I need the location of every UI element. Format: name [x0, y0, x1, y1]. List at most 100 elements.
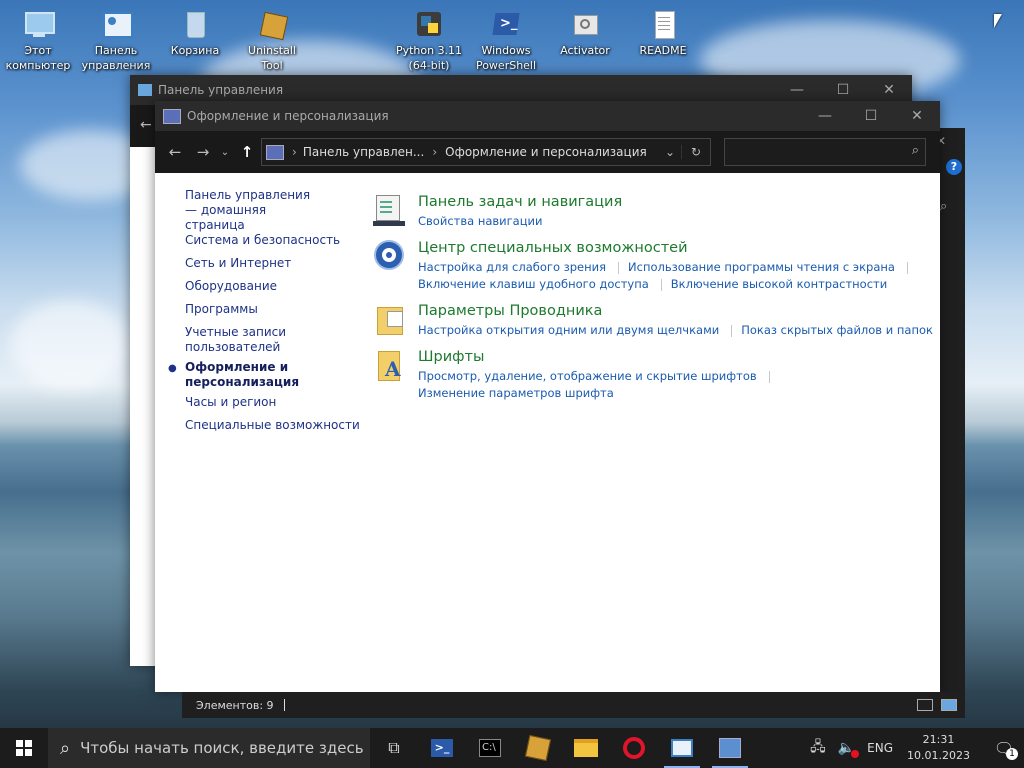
- large-icons-view-icon[interactable]: [941, 699, 957, 711]
- link-separator: [906, 261, 908, 274]
- category-links: Настройка открытия одним или двумя щелчк…: [418, 323, 933, 337]
- link-high-contrast[interactable]: Включение высокой контрастности: [671, 277, 887, 291]
- link-view-fonts[interactable]: Просмотр, удаление, отображение и скрыти…: [418, 369, 757, 383]
- category-links: Настройка для слабого зрения Использовани…: [418, 260, 917, 274]
- nav-network-internet[interactable]: Сеть и Интернет: [185, 256, 291, 271]
- refresh-icon[interactable]: ↻: [681, 145, 710, 159]
- category-title-ease-of-access[interactable]: Центр специальных возможностей: [418, 240, 688, 256]
- help-icon[interactable]: ?: [946, 159, 962, 175]
- nav-system-security[interactable]: Система и безопасность: [185, 233, 340, 248]
- taskbar-opera[interactable]: [610, 728, 658, 768]
- link-sticky-keys[interactable]: Включение клавиш удобного доступа: [418, 277, 649, 291]
- forward-arrow-icon[interactable]: →: [189, 138, 217, 166]
- desktop-icon-this-pc[interactable]: Этот компьютер: [3, 8, 73, 73]
- taskbar-search-box[interactable]: ⌕ Чтобы начать поиск, введите здесь: [48, 728, 370, 768]
- network-icon[interactable]: 🖧: [810, 736, 826, 760]
- personalization-icon: [163, 108, 181, 124]
- category-title-fonts[interactable]: Шрифты: [418, 349, 484, 365]
- status-bar: Элементов: 9: [182, 692, 965, 718]
- category-links: Просмотр, удаление, отображение и скрыти…: [418, 369, 779, 383]
- desktop-icon-control-panel[interactable]: Панель управления: [81, 8, 151, 73]
- desktop-icon-readme[interactable]: README: [628, 8, 698, 58]
- command-prompt-icon: C:\: [479, 739, 501, 757]
- nav-appearance-selected[interactable]: Оформление и персонализация: [185, 360, 299, 390]
- window-title: Оформление и персонализация: [187, 109, 389, 123]
- nav-ease-of-access[interactable]: Специальные возможности: [185, 418, 360, 433]
- volume-muted-icon[interactable]: 🔈: [838, 740, 860, 758]
- taskbar-powershell[interactable]: >_: [418, 728, 466, 768]
- category-links: Изменение параметров шрифта: [418, 386, 614, 400]
- taskbar-uninstall-tool[interactable]: [514, 728, 562, 768]
- link-separator: [731, 324, 733, 337]
- link-hidden-files[interactable]: Показ скрытых файлов и папок: [741, 323, 933, 337]
- breadcrumb-current[interactable]: Оформление и персонализация: [445, 145, 659, 159]
- mouse-cursor: [994, 14, 1002, 28]
- address-bar[interactable]: › Панель управлен... › Оформление и перс…: [261, 138, 711, 166]
- file-explorer-icon: [574, 739, 598, 757]
- link-navigation-properties[interactable]: Свойства навигации: [418, 214, 543, 228]
- opera-icon: [623, 737, 645, 759]
- link-separator: [618, 261, 620, 274]
- breadcrumb-separator-icon: ›: [292, 145, 297, 159]
- back-arrow-icon[interactable]: ←: [140, 117, 152, 133]
- nav-user-accounts[interactable]: Учетные записи пользователей: [185, 325, 295, 355]
- desktop-icon-activator[interactable]: Activator: [550, 8, 620, 58]
- back-arrow-icon[interactable]: ←: [161, 138, 189, 166]
- language-indicator[interactable]: ENG: [867, 741, 893, 755]
- taskbar-icon: [373, 193, 407, 227]
- folder-options-icon: [373, 303, 407, 337]
- nav-programs[interactable]: Программы: [185, 302, 258, 317]
- search-icon: ⌕: [60, 737, 71, 759]
- start-button[interactable]: [0, 728, 48, 768]
- title-bar[interactable]: Оформление и персонализация — ☐ ✕: [155, 101, 940, 131]
- up-arrow-icon[interactable]: ↑: [233, 138, 261, 166]
- desktop-icon-python[interactable]: Python 3.11 (64-bit): [394, 8, 464, 73]
- task-view-button[interactable]: ⧉: [370, 728, 418, 768]
- taskbar-control-panel[interactable]: [658, 728, 706, 768]
- wallpaper-cloud: [10, 300, 130, 390]
- desktop-icon-label: Uninstall Tool: [248, 44, 296, 72]
- category-title-folder-options[interactable]: Параметры Проводника: [418, 303, 602, 319]
- taskbar-file-explorer[interactable]: [562, 728, 610, 768]
- text-file-icon: [647, 8, 679, 40]
- search-icon[interactable]: ⌕: [940, 199, 947, 214]
- desktop-icon-recycle-bin[interactable]: Корзина: [160, 8, 230, 58]
- breadcrumb-control-panel[interactable]: Панель управлен...: [303, 145, 425, 159]
- taskbar-cmd[interactable]: C:\: [466, 728, 514, 768]
- desktop-icon-powershell[interactable]: >_ Windows PowerShell: [471, 8, 541, 73]
- nav-home-link[interactable]: Панель управления — домашняя страница: [185, 188, 315, 233]
- nav-hardware[interactable]: Оборудование: [185, 279, 277, 294]
- link-low-vision[interactable]: Настройка для слабого зрения: [418, 260, 606, 274]
- category-title-taskbar[interactable]: Панель задач и навигация: [418, 194, 622, 210]
- link-single-double-click[interactable]: Настройка открытия одним или двумя щелчк…: [418, 323, 719, 337]
- recycle-bin-icon: [179, 8, 211, 40]
- nav-clock-region[interactable]: Часы и регион: [185, 395, 276, 410]
- details-view-icon[interactable]: [917, 699, 933, 711]
- search-input[interactable]: ⌕: [724, 138, 926, 166]
- taskbar-personalization[interactable]: [706, 728, 754, 768]
- link-separator: [768, 370, 770, 383]
- address-dropdown-icon[interactable]: ⌄: [659, 145, 681, 159]
- content-area: Панель управления — домашняя страница Си…: [155, 173, 940, 692]
- clock[interactable]: 21:31 10.01.2023: [907, 732, 970, 764]
- navigation-bar: ← → ⌄ ↑ › Панель управлен... › Оформлени…: [155, 131, 940, 173]
- link-font-settings[interactable]: Изменение параметров шрифта: [418, 386, 614, 400]
- desktop-icon-label: Корзина: [170, 44, 220, 57]
- category-links: Свойства навигации: [418, 214, 543, 228]
- search-icon: ⌕: [911, 143, 919, 158]
- action-center-button[interactable]: 🗨 1: [984, 728, 1024, 768]
- minimize-button[interactable]: —: [802, 101, 848, 131]
- recent-locations-chevron-icon[interactable]: ⌄: [217, 138, 233, 166]
- clock-date: 10.01.2023: [907, 749, 970, 762]
- computer-icon: [22, 8, 55, 40]
- link-screen-reader[interactable]: Использование программы чтения с экрана: [628, 260, 895, 274]
- close-button[interactable]: ✕: [894, 101, 940, 131]
- content-area: [130, 147, 156, 666]
- activator-icon: [569, 8, 601, 40]
- desktop-icon-uninstall-tool[interactable]: Uninstall Tool: [237, 8, 307, 73]
- desktop-icon-label: Этот компьютер: [5, 44, 71, 72]
- fonts-icon: A: [373, 349, 407, 383]
- uninstall-tool-icon: [524, 734, 552, 762]
- maximize-button[interactable]: ☐: [848, 101, 894, 131]
- appearance-window[interactable]: Оформление и персонализация — ☐ ✕ ← → ⌄ …: [155, 101, 940, 692]
